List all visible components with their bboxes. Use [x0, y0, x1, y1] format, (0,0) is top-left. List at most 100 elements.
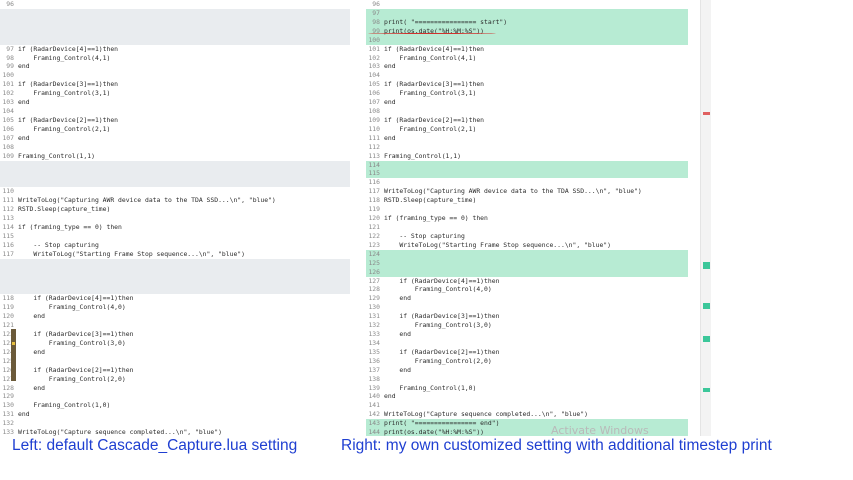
- code-line[interactable]: 110: [0, 187, 350, 196]
- code-line[interactable]: 98 Framing_Control(4,1): [0, 54, 350, 63]
- code-line[interactable]: 132 Framing_Control(3,0): [366, 321, 688, 330]
- code-line[interactable]: 132: [0, 419, 350, 428]
- code-line[interactable]: 108: [0, 143, 350, 152]
- code-line[interactable]: 100: [0, 71, 350, 80]
- code-line[interactable]: 140 end: [366, 392, 688, 401]
- line-number: 135: [368, 347, 380, 356]
- code-line[interactable]: 127 Framing_Control(2,0): [0, 375, 350, 384]
- line-number: 126: [368, 267, 380, 276]
- code-line[interactable]: 112: [366, 143, 688, 152]
- code-text: end: [18, 98, 30, 107]
- code-line[interactable]: 105 if (RadarDevice[3]==1)then: [366, 80, 688, 89]
- code-line[interactable]: 118 RSTD.Sleep(capture_time): [366, 196, 688, 205]
- code-line[interactable]: 102 Framing_Control(3,1): [0, 89, 350, 98]
- code-line[interactable]: 106 Framing_Control(2,1): [0, 125, 350, 134]
- code-line[interactable]: 97 if (RadarDevice[4]==1)then: [0, 45, 350, 54]
- code-line[interactable]: 120 end: [0, 312, 350, 321]
- code-line[interactable]: 101 if (RadarDevice[4]==1)then: [366, 45, 688, 54]
- code-line[interactable]: 111 WriteToLog("Capturing AWR device data…: [0, 196, 350, 205]
- code-line[interactable]: 119 Framing_Control(4,0): [0, 303, 350, 312]
- code-line[interactable]: 109 if (RadarDevice[2]==1)then: [366, 116, 688, 125]
- code-line[interactable]: 105 if (RadarDevice[2]==1)then: [0, 116, 350, 125]
- code-line[interactable]: 138: [366, 375, 688, 384]
- code-line[interactable]: 126 if (RadarDevice[2]==1)then: [0, 366, 350, 375]
- overview-marker: [703, 112, 710, 115]
- code-line[interactable]: 110 Framing_Control(2,1): [366, 125, 688, 134]
- code-line[interactable]: 104: [0, 107, 350, 116]
- code-line[interactable]: 96: [0, 0, 350, 9]
- code-line[interactable]: 130 Framing_Control(1,0): [0, 401, 350, 410]
- code-line[interactable]: 121: [366, 223, 688, 232]
- code-line[interactable]: 123 WriteToLog("Starting Frame Stop sequ…: [366, 241, 688, 250]
- code-line[interactable]: 111 end: [366, 134, 688, 143]
- code-line[interactable]: 109 Framing_Control(1,1): [0, 152, 350, 161]
- code-line[interactable]: 124: [366, 250, 688, 259]
- activate-windows-watermark: Activate Windows: [551, 424, 649, 437]
- code-line[interactable]: 133 WriteToLog("Capture sequence complete…: [0, 428, 350, 436]
- code-line[interactable]: 118 if (RadarDevice[4]==1)then: [0, 294, 350, 303]
- code-line[interactable]: 122 -- Stop capturing: [366, 232, 688, 241]
- code-line[interactable]: 99 end: [0, 62, 350, 71]
- code-line[interactable]: 142 WriteToLog("Capture sequence complete…: [366, 410, 688, 419]
- code-line[interactable]: 106 Framing_Control(3,1): [366, 89, 688, 98]
- code-line[interactable]: 104: [366, 71, 688, 80]
- code-line[interactable]: 100: [366, 36, 688, 45]
- code-line[interactable]: 117 WriteToLog("Starting Frame Stop sequ…: [0, 250, 350, 259]
- code-line[interactable]: 115: [0, 232, 350, 241]
- line-number: 127: [368, 276, 380, 285]
- code-line[interactable]: 113 Framing_Control(1,1): [366, 152, 688, 161]
- code-line[interactable]: 136 Framing_Control(2,0): [366, 357, 688, 366]
- diff-overview-scrollbar[interactable]: [700, 0, 711, 436]
- code-line[interactable]: 108: [366, 107, 688, 116]
- right-diff-pane[interactable]: 96 97 98 print( "================ start") 99…: [366, 0, 688, 436]
- code-line[interactable]: 129: [0, 392, 350, 401]
- code-line[interactable]: 127 if (RadarDevice[4]==1)then: [366, 277, 688, 286]
- code-line[interactable]: 103 end: [366, 62, 688, 71]
- code-line[interactable]: 107 end: [0, 134, 350, 143]
- code-line[interactable]: 115: [366, 169, 688, 178]
- code-line[interactable]: 116: [366, 178, 688, 187]
- code-line[interactable]: 96: [366, 0, 688, 9]
- code-line[interactable]: 101 if (RadarDevice[3]==1)then: [0, 80, 350, 89]
- code-text: WriteToLog("Starting Frame Stop sequence…: [18, 249, 246, 258]
- code-text: if (RadarDevice[4]==1)then: [18, 294, 134, 303]
- code-line[interactable]: 99 print(os.date("%H:%M:%S")): [366, 27, 688, 36]
- code-line[interactable]: 128 Framing_Control(4,0): [366, 285, 688, 294]
- code-line[interactable]: 124 end: [0, 348, 350, 357]
- code-line[interactable]: 141: [366, 401, 688, 410]
- code-line[interactable]: 122 if (RadarDevice[3]==1)then: [0, 330, 350, 339]
- code-line[interactable]: 112 RSTD.Sleep(capture_time): [0, 205, 350, 214]
- code-line[interactable]: 117 WriteToLog("Capturing AWR device data…: [366, 187, 688, 196]
- code-line[interactable]: 98 print( "================ start"): [366, 18, 688, 27]
- code-line[interactable]: 125: [366, 259, 688, 268]
- code-line[interactable]: 126: [366, 268, 688, 277]
- code-line[interactable]: 102 Framing_Control(4,1): [366, 54, 688, 63]
- code-text: Framing_Control(4,1): [18, 53, 111, 62]
- code-line[interactable]: 139 Framing_Control(1,0): [366, 384, 688, 393]
- code-text: if (RadarDevice[3]==1)then: [384, 312, 500, 321]
- code-line[interactable]: 120 if (framing_type == 0) then: [366, 214, 688, 223]
- code-line[interactable]: 114 if (framing_type == 0) then: [0, 223, 350, 232]
- code-line[interactable]: 135 if (RadarDevice[2]==1)then: [366, 348, 688, 357]
- code-line[interactable]: 137 end: [366, 366, 688, 375]
- code-line[interactable]: 134: [366, 339, 688, 348]
- left-diff-pane[interactable]: 96 97 if (RadarDevice[4]==1)then 98 Framing…: [0, 0, 350, 436]
- code-line[interactable]: 113: [0, 214, 350, 223]
- code-line[interactable]: 133 end: [366, 330, 688, 339]
- code-text: end: [384, 392, 396, 401]
- code-line[interactable]: 121: [0, 321, 350, 330]
- code-line[interactable]: 119: [366, 205, 688, 214]
- code-line[interactable]: 131 end: [0, 410, 350, 419]
- code-line[interactable]: 107 end: [366, 98, 688, 107]
- code-line[interactable]: 131 if (RadarDevice[3]==1)then: [366, 312, 688, 321]
- code-line[interactable]: 116 -- Stop capturing: [0, 241, 350, 250]
- code-line[interactable]: 128 end: [0, 384, 350, 393]
- code-line[interactable]: 114: [366, 161, 688, 170]
- code-line[interactable]: 129 end: [366, 294, 688, 303]
- code-line[interactable]: 130: [366, 303, 688, 312]
- line-number: 113: [368, 151, 380, 160]
- code-line[interactable]: 103 end: [0, 98, 350, 107]
- code-line[interactable]: 97: [366, 9, 688, 18]
- code-line[interactable]: 125: [0, 357, 350, 366]
- code-line[interactable]: 123 Framing_Control(3,0): [0, 339, 350, 348]
